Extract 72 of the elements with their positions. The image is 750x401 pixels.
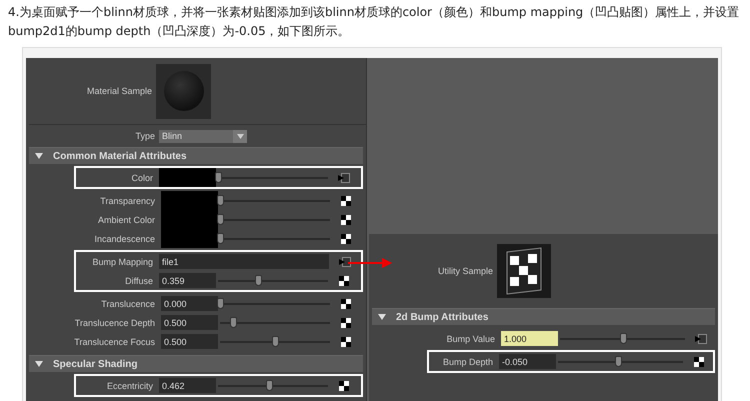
slider-track[interactable] (558, 356, 683, 368)
map-connection-icon[interactable] (339, 256, 351, 266)
expand-triangle-icon[interactable] (378, 314, 386, 320)
attribute-label: Bump Value (446, 334, 496, 344)
checker-map-icon[interactable] (693, 356, 705, 366)
section-header[interactable]: Common Material Attributes (29, 147, 363, 164)
slider-track[interactable] (220, 298, 330, 310)
number-field[interactable]: 0.359 (159, 273, 216, 288)
sphere-swatch (156, 64, 211, 118)
type-dropdown[interactable]: Blinn (159, 130, 247, 142)
slider-thumb[interactable] (620, 332, 626, 344)
slider-track[interactable] (220, 214, 330, 226)
slider-track[interactable] (220, 232, 330, 244)
slider-track[interactable] (218, 380, 328, 392)
slider-track[interactable] (218, 274, 328, 286)
attribute-label: Eccentricity (106, 380, 154, 390)
color-swatch[interactable] (161, 229, 218, 248)
attribute-label: Translucence Depth (74, 318, 156, 328)
slider-thumb[interactable] (254, 274, 262, 286)
checker-map-icon[interactable] (340, 336, 352, 346)
checker-swatch (497, 244, 551, 298)
field-label: Type (134, 131, 156, 141)
checker-map-icon[interactable] (338, 380, 350, 390)
expand-triangle-icon[interactable] (35, 361, 43, 367)
slider-thumb[interactable] (230, 316, 238, 328)
sample-label: Material Sample (86, 86, 153, 96)
attribute-label: Incandescence (93, 234, 156, 244)
slider-thumb[interactable] (272, 336, 279, 346)
map-connection-icon[interactable] (338, 172, 350, 182)
slider-track[interactable] (218, 172, 328, 184)
number-field[interactable]: 0.500 (161, 315, 218, 330)
slider-thumb[interactable] (215, 172, 222, 182)
attribute-label: Translucence Focus (73, 336, 156, 346)
checker-map-icon[interactable] (340, 318, 352, 328)
number-field[interactable]: 0.000 (161, 296, 218, 311)
attribute-label: Bump Mapping (91, 256, 154, 266)
slider-track[interactable] (220, 194, 330, 206)
attribute-label: Color (130, 172, 154, 182)
slider-thumb[interactable] (615, 356, 622, 366)
slider-thumb[interactable] (217, 194, 224, 206)
slider-thumb[interactable] (217, 214, 224, 224)
section-header[interactable]: 2d Bump Attributes (372, 308, 715, 325)
attribute-label: Translucence (100, 298, 156, 308)
color-swatch[interactable] (161, 191, 218, 210)
text-field[interactable]: file1 (159, 254, 329, 269)
number-field[interactable]: 0.500 (161, 334, 218, 349)
slider-track[interactable] (560, 332, 685, 344)
sample-label: Utility Sample (436, 266, 494, 276)
number-field[interactable]: 0.462 (159, 378, 216, 393)
checker-map-icon[interactable] (340, 298, 352, 308)
slider-track[interactable] (220, 336, 330, 348)
attribute-label: Diffuse (124, 276, 154, 286)
connection-arrow (348, 258, 392, 268)
section-header[interactable]: Specular Shading (29, 355, 363, 372)
number-field[interactable]: -0.050 (499, 354, 556, 369)
checker-map-icon[interactable] (338, 276, 350, 286)
instruction-text: 4.为桌面赋予一个blinn材质球，并将一张素材贴图添加到该blinn材质球的color（颜色）和bump mapping（凹凸贴图）属性上，并设置bump2d1的bump depth（凹凸深度）为-0.05，如下图所示。 (7, 4, 740, 40)
expand-triangle-icon[interactable] (35, 153, 43, 159)
attribute-label: Bump Depth (442, 356, 494, 366)
color-swatch[interactable] (159, 168, 216, 187)
slider-thumb[interactable] (266, 380, 273, 390)
checker-map-icon[interactable] (340, 196, 352, 206)
checker-map-icon[interactable] (340, 234, 352, 244)
number-field[interactable]: 1.000 (501, 331, 558, 346)
checker-map-icon[interactable] (340, 214, 352, 224)
attribute-label: Transparency (99, 196, 156, 206)
map-connection-icon[interactable] (695, 334, 707, 344)
slider-thumb[interactable] (217, 232, 224, 244)
attribute-label: Ambient Color (96, 214, 156, 224)
slider-track[interactable] (220, 316, 330, 328)
caret-icon (236, 134, 244, 138)
slider-thumb[interactable] (217, 298, 224, 308)
